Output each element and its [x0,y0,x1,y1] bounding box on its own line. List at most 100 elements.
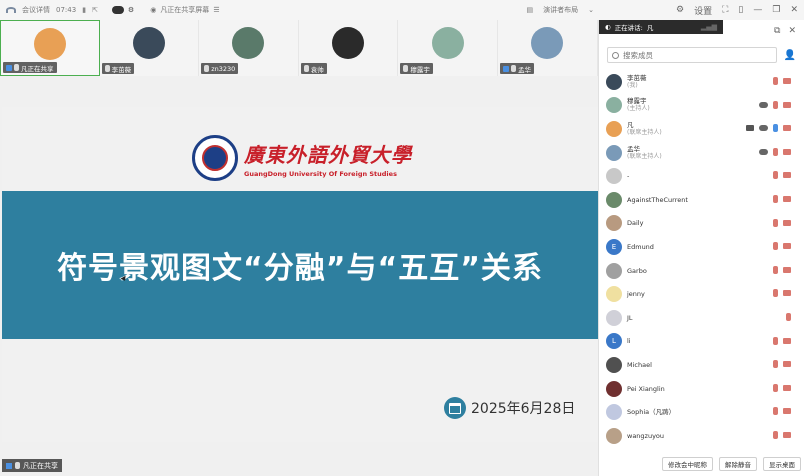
close-panel-icon[interactable]: ✕ [788,26,796,36]
title-band: 符号景观图文“分融”与“五互”关系 [2,191,598,339]
members-panel: ◐ 正在讲话: 凡 ▂▄▆ ⧉ ✕ 👤 李茁薇(我)穆露宇(主持人)凡(联席主持… [598,20,804,476]
member-row[interactable]: E Edmund [599,235,804,259]
camera-icon[interactable] [783,408,791,415]
mic-icon[interactable] [773,383,778,392]
stats-icon[interactable]: ▮ [82,6,86,14]
minimize-icon[interactable]: — [753,5,762,15]
cloud-icon[interactable] [111,6,124,14]
signal-icon[interactable] [6,7,16,13]
video-thumbnail[interactable]: zn3230 [199,20,299,76]
mic-icon[interactable] [773,100,778,109]
maximize-icon[interactable]: ❐ [772,5,780,15]
member-name: Edmund [627,242,654,251]
thumbnail-label: 李茁薇 [101,63,135,74]
mic-icon[interactable] [773,218,778,227]
mic-icon[interactable] [773,360,778,369]
member-row[interactable]: Daily [599,212,804,236]
mic-icon[interactable] [773,147,778,156]
camera-icon[interactable] [783,101,791,108]
speaking-indicator: ◐ 正在讲话: 凡 ▂▄▆ [599,20,723,34]
camera-icon[interactable] [783,266,791,273]
member-name: jenny [627,290,645,299]
close-icon[interactable]: ✕ [790,5,798,15]
member-row[interactable]: Garbo [599,259,804,283]
speaker-icon[interactable]: ◉ [150,6,156,14]
member-row[interactable]: - [599,164,804,188]
member-names: jenny [627,290,645,298]
member-name: Michael [627,360,652,369]
mic-icon[interactable] [773,194,778,203]
avatar [606,427,622,444]
rename-button[interactable]: 修改会中昵称 [662,457,713,471]
member-row[interactable]: Pei Xianglin [599,377,804,401]
view-label[interactable]: 演讲者布局 [543,5,578,15]
member-row[interactable]: AgainstTheCurrent [599,188,804,212]
member-row[interactable]: 穆露宇 (主持人) [599,94,804,118]
avatar [606,380,622,397]
sidebar-toggle-icon[interactable]: ▯ [738,5,743,15]
member-row[interactable]: 凡 (联席主持人) [599,117,804,141]
camera-icon[interactable] [783,195,791,202]
unmute-button[interactable]: 解除静音 [719,457,757,471]
member-search-input[interactable] [623,50,763,60]
mic-icon[interactable] [773,171,778,180]
camera-icon[interactable] [783,243,791,250]
mic-icon[interactable] [773,407,778,416]
video-thumbnail-strip: 凡正在共享 李茁薇 zn3230 袁帅 穆露宇 孟华 [0,20,598,76]
mic-icon[interactable] [773,77,778,85]
avatar [606,97,622,114]
invite-member-icon[interactable]: 👤 [783,48,797,62]
member-name: JL [627,313,633,322]
popout-icon[interactable]: ⧉ [774,26,780,36]
camera-icon[interactable] [783,219,791,226]
mic-icon[interactable] [773,430,778,439]
member-row[interactable]: 孟华 (联席主持人) [599,141,804,165]
camera-icon[interactable] [783,361,791,368]
member-names: Garbo [627,267,647,275]
member-search-box[interactable] [607,47,777,63]
mic-icon[interactable] [773,124,778,133]
camera-icon[interactable] [783,431,791,438]
settings-label[interactable]: 设置 [694,4,712,17]
member-row[interactable]: Michael [599,353,804,377]
camera-icon[interactable] [783,337,791,344]
mic-icon[interactable] [773,242,778,251]
mic-icon[interactable] [773,336,778,345]
external-icon[interactable]: ⇱ [92,6,98,14]
member-role: (联席主持人) [627,128,662,136]
camera-icon[interactable] [783,78,791,84]
video-thumbnail[interactable]: 袁帅 [298,20,399,76]
menu-icon[interactable]: ☰ [213,6,219,14]
meeting-info-label[interactable]: 会议详情 [22,5,50,15]
member-row[interactable]: wangzuyou [599,424,804,448]
settings-icon[interactable]: ⚙ [676,5,684,15]
fullscreen-icon[interactable]: ⛶ [722,5,728,15]
member-row[interactable]: jenny [599,282,804,306]
video-thumbnail[interactable]: 穆露宇 [398,20,498,76]
user-icon [6,462,12,469]
share-status-icon[interactable]: ⚙ [128,6,134,14]
member-row[interactable]: 李茁薇 (我) [599,70,804,94]
camera-icon[interactable] [783,290,791,297]
video-thumbnail[interactable]: 李茁薇 [99,20,200,76]
camera-icon[interactable] [783,125,791,132]
university-name-cn: 廣東外語外貿大學 [244,142,412,167]
member-names: li [627,337,631,345]
mic-icon[interactable] [773,289,778,298]
speaking-label: 正在讲话: [614,24,643,32]
camera-icon[interactable] [783,172,791,179]
member-row[interactable]: Lli [599,330,804,354]
video-thumbnail[interactable]: 凡正在共享 [0,20,100,76]
mic-icon[interactable] [786,312,791,321]
camera-icon[interactable] [783,384,791,391]
member-row[interactable]: JL [599,306,804,330]
show-desktop-button[interactable]: 显示桌面 [763,457,801,471]
video-thumbnail[interactable]: 孟华 [497,20,598,76]
avatar [606,73,622,90]
mic-icon[interactable] [773,265,778,274]
member-row[interactable]: Sophia（凡踌） [599,400,804,424]
chevron-down-icon[interactable]: ⌄ [588,6,594,14]
layout-icon[interactable]: ▤ [527,6,534,14]
speaker-avatar-icon: ◐ [605,23,611,31]
camera-icon[interactable] [783,148,791,155]
